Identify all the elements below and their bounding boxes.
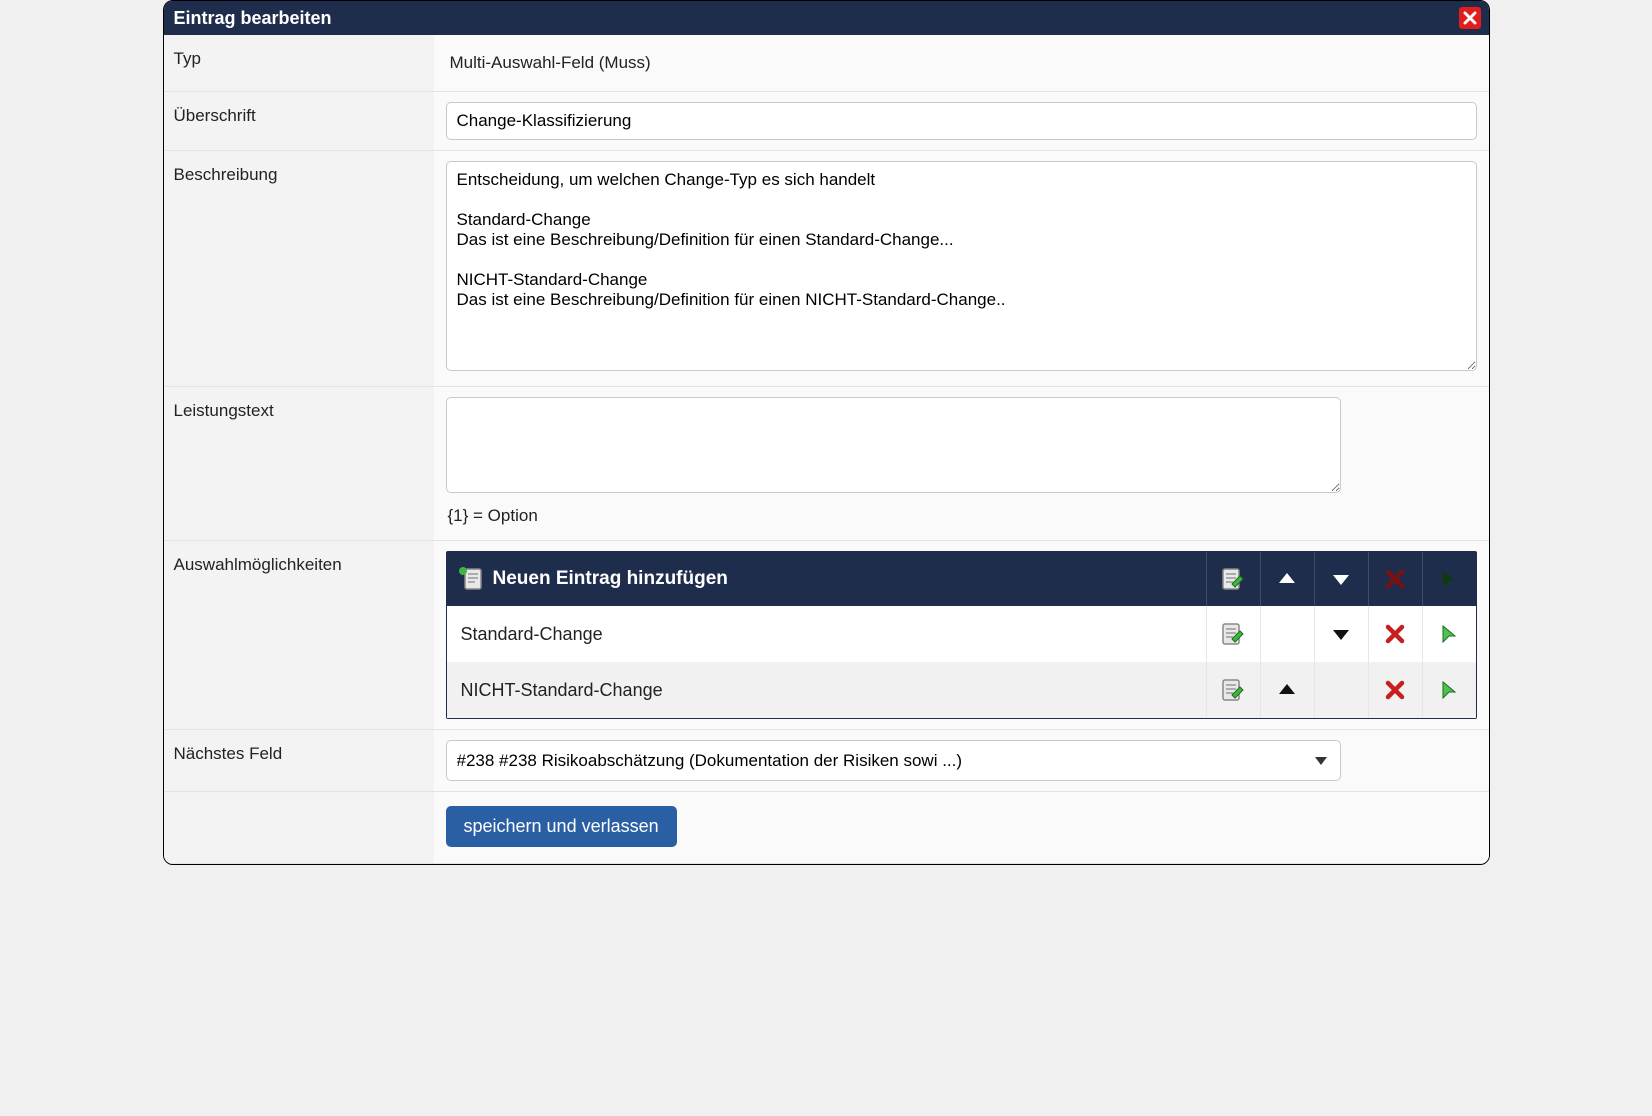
label-beschreibung: Beschreibung — [164, 151, 434, 386]
options-table: Neuen Eintrag hinzufügen — [446, 551, 1477, 719]
label-options: Auswahlmöglichkeiten — [164, 541, 434, 729]
label-leistungstext: Leistungstext — [164, 387, 434, 540]
row-beschreibung: Beschreibung Entscheidung, um welchen Ch… — [164, 151, 1489, 387]
option-jump-button[interactable] — [1422, 606, 1476, 662]
option-down-button[interactable] — [1314, 606, 1368, 662]
option-delete-button[interactable] — [1368, 606, 1422, 662]
label-ueberschrift: Überschrift — [164, 92, 434, 150]
add-option-button[interactable]: Neuen Eintrag hinzufügen — [447, 557, 1206, 601]
beschreibung-textarea[interactable]: Entscheidung, um welchen Change-Typ es s… — [446, 161, 1477, 371]
option-jump-button[interactable] — [1422, 662, 1476, 718]
header-up-icon — [1260, 552, 1314, 606]
edit-entry-dialog: Eintrag bearbeiten Typ Multi-Auswahl-Fel… — [163, 0, 1490, 865]
dialog-header: Eintrag bearbeiten — [164, 1, 1489, 35]
option-edit-button[interactable] — [1206, 662, 1260, 718]
leistungstext-hint: {1} = Option — [446, 498, 1477, 530]
add-option-label: Neuen Eintrag hinzufügen — [493, 568, 728, 590]
option-delete-button[interactable] — [1368, 662, 1422, 718]
leistungstext-textarea[interactable] — [446, 397, 1341, 493]
value-typ: Multi-Auswahl-Feld (Muss) — [446, 45, 1477, 81]
row-options: Auswahlmöglichkeiten Neuen Eintrag hinzu… — [164, 541, 1489, 730]
close-button[interactable] — [1459, 7, 1481, 29]
save-and-exit-button[interactable]: speichern und verlassen — [446, 806, 677, 847]
header-edit-icon — [1206, 552, 1260, 606]
option-up-button[interactable] — [1260, 662, 1314, 718]
option-up-button — [1260, 606, 1314, 662]
option-name: NICHT-Standard-Change — [447, 668, 1206, 713]
row-ueberschrift: Überschrift — [164, 92, 1489, 151]
option-down-button — [1314, 662, 1368, 718]
label-next-field: Nächstes Feld — [164, 730, 434, 791]
close-icon — [1463, 11, 1477, 25]
row-leistungstext: Leistungstext {1} = Option — [164, 387, 1489, 541]
dialog-title: Eintrag bearbeiten — [174, 8, 332, 29]
row-next-field: Nächstes Feld #238 #238 Risikoabschätzun… — [164, 730, 1489, 792]
label-typ: Typ — [164, 35, 434, 91]
option-name: Standard-Change — [447, 612, 1206, 657]
header-jump-icon — [1422, 552, 1476, 606]
add-icon — [459, 567, 483, 591]
option-row: Standard-Change — [447, 606, 1476, 662]
options-header: Neuen Eintrag hinzufügen — [447, 552, 1476, 606]
header-delete-icon — [1368, 552, 1422, 606]
option-row: NICHT-Standard-Change — [447, 662, 1476, 718]
ueberschrift-input[interactable] — [446, 102, 1477, 140]
option-edit-button[interactable] — [1206, 606, 1260, 662]
row-typ: Typ Multi-Auswahl-Feld (Muss) — [164, 35, 1489, 92]
next-field-select[interactable]: #238 #238 Risikoabschätzung (Dokumentati… — [446, 740, 1341, 781]
row-save: speichern und verlassen — [164, 792, 1489, 864]
header-down-icon — [1314, 552, 1368, 606]
